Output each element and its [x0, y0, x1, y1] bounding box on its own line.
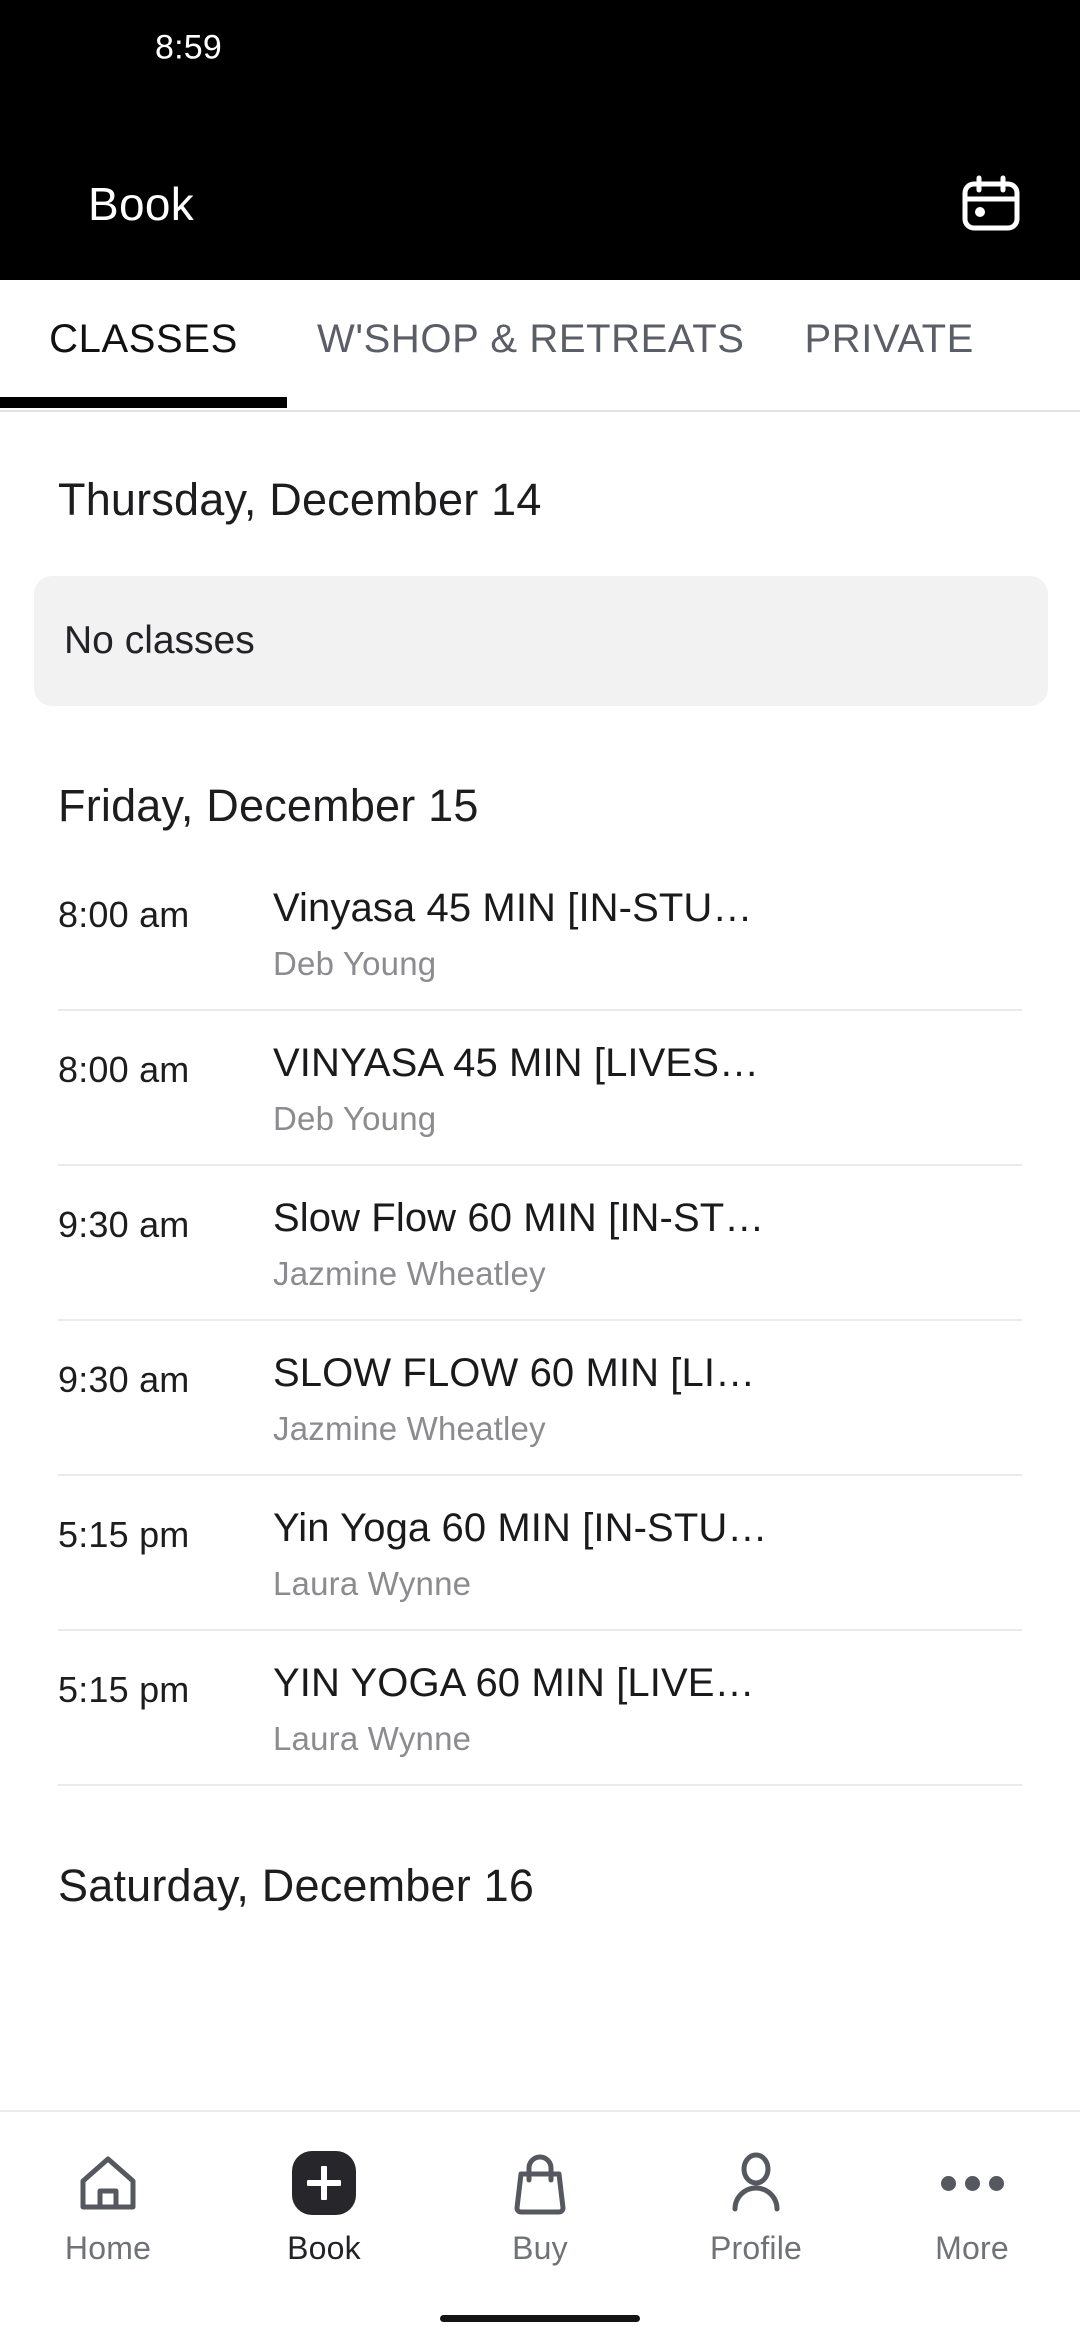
class-title: YIN YOGA 60 MIN [LIVE…	[273, 1661, 755, 1705]
table-row[interactable]: 8:00 am Vinyasa 45 MIN [IN-STU… Deb Youn…	[58, 856, 1022, 1011]
shopping-bag-icon	[508, 2148, 572, 2218]
app-bar: Book	[0, 100, 1080, 280]
class-time: 9:30 am	[58, 1359, 190, 1400]
day-section-friday: Friday, December 15 8:00 am Vinyasa 45 M…	[0, 780, 1080, 1786]
nav-item-buy[interactable]: Buy	[432, 2112, 648, 2267]
no-classes-card: No classes	[34, 576, 1048, 706]
page-title: Book	[88, 178, 195, 230]
book-badge	[292, 2151, 356, 2215]
day-section-saturday: Saturday, December 16	[0, 1860, 1080, 1912]
schedule-list[interactable]: Thursday, December 14 No classes Friday,…	[0, 412, 1080, 2110]
class-time: 8:00 am	[58, 894, 190, 935]
calendar-button[interactable]	[954, 167, 1028, 241]
class-time: 8:00 am	[58, 1049, 190, 1090]
class-title: Vinyasa 45 MIN [IN-STU…	[273, 886, 753, 930]
status-bar: 8:59	[0, 0, 1080, 100]
home-icon	[75, 2148, 141, 2218]
nav-label-book: Book	[287, 2230, 361, 2266]
table-row[interactable]: 5:15 pm Yin Yoga 60 MIN [IN-STU… Laura W…	[58, 1476, 1022, 1631]
tab-strip[interactable]: CLASSES W'SHOP & RETREATS PRIVATE	[0, 280, 1080, 398]
table-row[interactable]: 5:15 pm YIN YOGA 60 MIN [LIVE… Laura Wyn…	[58, 1631, 1022, 1786]
class-details: VINYASA 45 MIN [LIVES… Deb Young	[273, 1041, 1022, 1138]
day-header: Saturday, December 16	[58, 1860, 535, 1911]
phone-screen: 8:59 Book CLASSES W'SHOP & RETREATS PRIV…	[0, 0, 1080, 2340]
nav-item-profile[interactable]: Profile	[648, 2112, 864, 2267]
nav-item-book[interactable]: Book	[216, 2112, 432, 2267]
home-indicator	[440, 2315, 640, 2322]
plus-badge-icon	[292, 2148, 356, 2218]
nav-label-home: Home	[64, 2230, 152, 2266]
nav-label-more: More	[935, 2230, 1009, 2266]
active-tab-indicator	[0, 397, 287, 408]
class-title: Slow Flow 60 MIN [IN-ST…	[273, 1196, 765, 1240]
class-teacher: Jazmine Wheatley	[273, 1255, 546, 1292]
calendar-icon	[959, 174, 1023, 234]
no-classes-label: No classes	[64, 619, 255, 662]
class-details: SLOW FLOW 60 MIN [LI… Jazmine Wheatley	[273, 1351, 1022, 1448]
class-time: 5:15 pm	[58, 1514, 190, 1555]
ellipsis-icon	[940, 2148, 1004, 2218]
status-bar-clock: 8:59	[155, 28, 222, 67]
day-section-thursday: Thursday, December 14 No classes	[0, 412, 1080, 706]
class-details: Slow Flow 60 MIN [IN-ST… Jazmine Wheatle…	[273, 1196, 1022, 1293]
class-details: YIN YOGA 60 MIN [LIVE… Laura Wynne	[273, 1661, 1022, 1758]
nav-label-profile: Profile	[709, 2230, 803, 2266]
class-teacher: Jazmine Wheatley	[273, 1410, 546, 1447]
table-row[interactable]: 9:30 am Slow Flow 60 MIN [IN-ST… Jazmine…	[58, 1166, 1022, 1321]
table-row[interactable]: 9:30 am SLOW FLOW 60 MIN [LI… Jazmine Wh…	[58, 1321, 1022, 1476]
class-time: 9:30 am	[58, 1204, 190, 1245]
class-teacher: Deb Young	[273, 1100, 437, 1137]
tab-bar: CLASSES W'SHOP & RETREATS PRIVATE	[0, 280, 1080, 412]
table-row[interactable]: 8:00 am VINYASA 45 MIN [LIVES… Deb Young	[58, 1011, 1022, 1166]
class-title: SLOW FLOW 60 MIN [LI…	[273, 1351, 756, 1395]
person-icon	[723, 2148, 789, 2218]
class-details: Vinyasa 45 MIN [IN-STU… Deb Young	[273, 886, 1022, 983]
nav-label-buy: Buy	[512, 2230, 568, 2266]
class-teacher: Deb Young	[273, 945, 437, 982]
tab-classes[interactable]: CLASSES	[0, 280, 287, 398]
day-header: Friday, December 15	[58, 780, 479, 831]
class-details: Yin Yoga 60 MIN [IN-STU… Laura Wynne	[273, 1506, 1022, 1603]
class-teacher: Laura Wynne	[273, 1565, 472, 1602]
class-teacher: Laura Wynne	[273, 1720, 472, 1757]
nav-item-more[interactable]: More	[864, 2112, 1080, 2267]
class-title: Yin Yoga 60 MIN [IN-STU…	[273, 1506, 768, 1550]
class-time: 5:15 pm	[58, 1669, 190, 1710]
tab-private[interactable]: PRIVATE	[775, 280, 1004, 398]
day-header: Thursday, December 14	[58, 474, 542, 525]
class-list: 8:00 am Vinyasa 45 MIN [IN-STU… Deb Youn…	[0, 856, 1080, 1786]
nav-item-home[interactable]: Home	[0, 2112, 216, 2267]
class-title: VINYASA 45 MIN [LIVES…	[273, 1041, 760, 1085]
tab-workshops-retreats[interactable]: W'SHOP & RETREATS	[287, 280, 775, 398]
bottom-navigation: Home Book Buy Profile More	[0, 2110, 1080, 2340]
